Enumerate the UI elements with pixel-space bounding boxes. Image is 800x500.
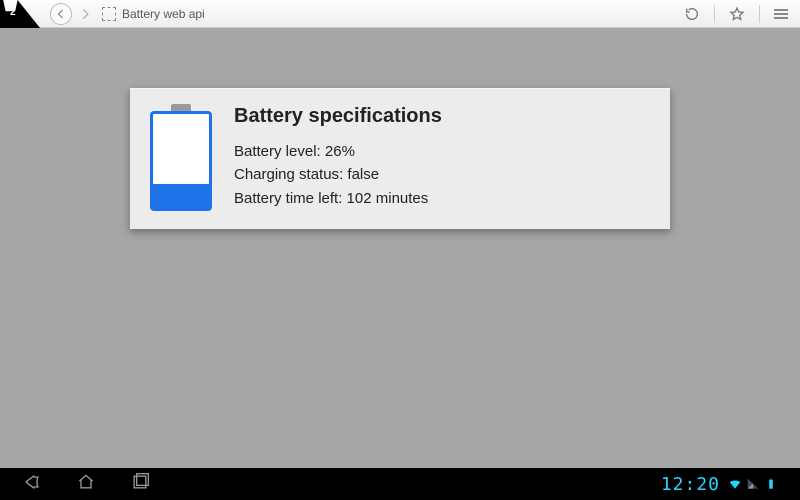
battery-status-icon [764,477,778,491]
battery-time-value: 102 minutes [347,190,429,207]
menu-button[interactable] [770,9,792,19]
page-favicon [102,7,116,21]
menu-icon [774,9,788,11]
charging-status-row: Charging status: false [234,163,442,186]
nav-home-button[interactable] [76,472,96,497]
arrow-left-icon [55,8,67,20]
status-icons [728,477,778,491]
status-clock: 12:20 [661,474,720,495]
battery-time-row: Battery time left: 102 minutes [234,187,442,210]
android-navbar: 12:20 [0,468,800,500]
battery-card: Battery specifications Battery level: 26… [130,88,670,229]
star-icon [729,6,745,22]
page-body: Battery specifications Battery level: 26… [0,28,800,468]
arrow-right-icon [78,7,92,21]
page-title: Battery web api [122,7,205,21]
forward-button[interactable] [78,7,92,21]
nav-recent-icon [130,472,150,492]
browser-toolbar: Battery web api [0,0,800,28]
tab-switcher[interactable] [0,0,40,28]
battery-level-label: Battery level [234,143,317,160]
toolbar-divider [714,5,715,23]
battery-info: Battery specifications Battery level: 26… [234,105,442,211]
nav-back-button[interactable] [22,472,42,497]
card-heading: Battery specifications [234,105,442,128]
battery-illustration [150,111,212,211]
wifi-icon [728,477,742,491]
signal-icon [746,477,760,491]
reload-icon [684,6,700,22]
reload-button[interactable] [680,6,704,22]
charging-status-label: Charging status [234,166,339,183]
battery-level-value: 26% [325,143,355,160]
nav-back-icon [22,472,42,492]
back-button[interactable] [50,3,72,25]
toolbar-divider [759,5,760,23]
charging-status-value: false [347,166,379,183]
battery-level-row: Battery level: 26% [234,140,442,163]
nav-home-icon [76,472,96,492]
battery-time-label: Battery time left [234,190,338,207]
bookmark-button[interactable] [725,6,749,22]
battery-fill [153,184,209,208]
nav-recent-button[interactable] [130,472,150,497]
